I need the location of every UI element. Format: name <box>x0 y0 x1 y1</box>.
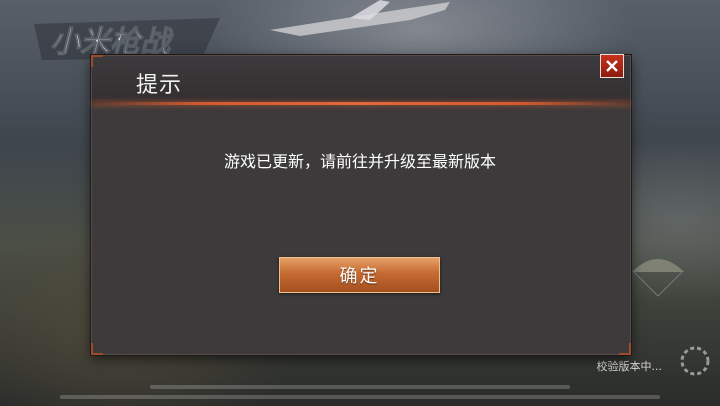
corner-decoration <box>619 343 631 355</box>
parachute-icon <box>632 259 684 297</box>
legal-notice <box>0 372 720 402</box>
loading-spinner-icon <box>680 346 710 376</box>
plane-icon <box>270 0 450 36</box>
status-text: 校验版本中... <box>596 360 663 373</box>
close-icon <box>606 60 618 72</box>
header-divider <box>92 102 630 105</box>
close-button[interactable] <box>600 54 624 78</box>
corner-decoration <box>91 55 103 67</box>
corner-decoration <box>91 343 103 355</box>
dialog-message: 游戏已更新，请前往并升级至最新版本 <box>223 152 496 171</box>
dialog-title: 提示 <box>136 73 183 98</box>
update-dialog: 提示 <box>91 55 631 355</box>
confirm-button[interactable]: 确定 <box>279 257 440 293</box>
dialog-header: 提示 <box>92 56 630 103</box>
